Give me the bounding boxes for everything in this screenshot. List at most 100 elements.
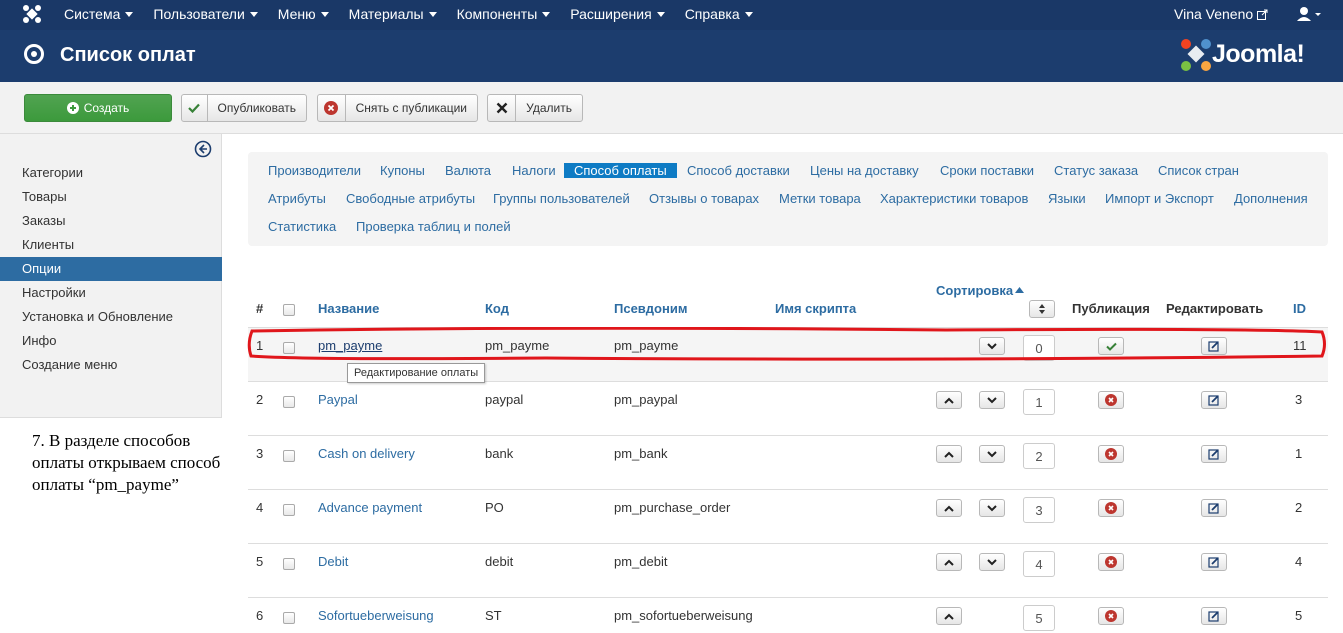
unpublished-toggle[interactable] bbox=[1098, 553, 1124, 571]
order-input[interactable]: 5 bbox=[1023, 605, 1055, 631]
collapse-sidebar-icon[interactable] bbox=[194, 140, 212, 158]
delete-label: Удалить bbox=[526, 101, 572, 115]
subnav-addons[interactable]: Дополнения bbox=[1234, 191, 1308, 206]
sidebar-item-products[interactable]: Товары bbox=[0, 185, 222, 209]
subnav-product-reviews[interactable]: Отзывы о товарах bbox=[649, 191, 759, 206]
menu-help[interactable]: Справка bbox=[685, 0, 753, 30]
move-up-button[interactable] bbox=[936, 391, 962, 409]
sidebar-item-settings[interactable]: Настройки bbox=[0, 281, 222, 305]
save-order-button[interactable] bbox=[1029, 300, 1055, 318]
row-checkbox[interactable] bbox=[283, 558, 295, 570]
subnav-taxes[interactable]: Налоги bbox=[512, 163, 556, 178]
row-checkbox[interactable] bbox=[283, 450, 295, 462]
move-up-button[interactable] bbox=[936, 607, 962, 625]
chevron-up-icon bbox=[944, 505, 954, 512]
subnav-table-check[interactable]: Проверка таблиц и полей bbox=[356, 219, 511, 234]
caret-down-icon bbox=[125, 12, 134, 17]
chevron-up-icon bbox=[944, 559, 954, 566]
unpublished-toggle[interactable] bbox=[1098, 391, 1124, 409]
menu-users[interactable]: Пользователи bbox=[153, 0, 258, 30]
payment-name-link[interactable]: Debit bbox=[318, 554, 348, 569]
subnav-statistics[interactable]: Статистика bbox=[268, 219, 336, 234]
sidebar-item-options[interactable]: Опции bbox=[0, 257, 222, 281]
subnav-user-groups[interactable]: Группы пользователей bbox=[493, 191, 630, 206]
column-header-script-name[interactable]: Имя скрипта bbox=[775, 301, 856, 316]
subnav-coupons[interactable]: Купоны bbox=[380, 163, 425, 178]
edit-button[interactable] bbox=[1201, 391, 1227, 409]
move-down-button[interactable] bbox=[979, 553, 1005, 571]
subnav-import-export[interactable]: Импорт и Экспорт bbox=[1105, 191, 1214, 206]
select-all-checkbox[interactable] bbox=[283, 304, 295, 316]
column-header-id[interactable]: ID bbox=[1293, 301, 1306, 316]
move-down-button[interactable] bbox=[979, 499, 1005, 517]
move-down-button[interactable] bbox=[979, 391, 1005, 409]
payment-name-link[interactable]: Sofortueberweisung bbox=[318, 608, 434, 623]
menu-label: Материалы bbox=[348, 6, 424, 22]
menu-label: Меню bbox=[277, 6, 316, 22]
create-button[interactable]: Создать bbox=[24, 94, 172, 122]
payment-name-link[interactable]: Cash on delivery bbox=[318, 446, 415, 461]
unpublish-button[interactable]: Снять с публикации bbox=[317, 94, 478, 122]
row-checkbox[interactable] bbox=[283, 504, 295, 516]
menu-system[interactable]: Система bbox=[64, 0, 134, 30]
subnav-shipping-prices[interactable]: Цены на доставку bbox=[810, 163, 919, 178]
joomla-logo-icon[interactable] bbox=[22, 4, 42, 24]
column-header-alias[interactable]: Псевдоним bbox=[614, 301, 687, 316]
subnav-attributes[interactable]: Атрибуты bbox=[268, 191, 326, 206]
subnav-manufacturers[interactable]: Производители bbox=[268, 163, 361, 178]
edit-button[interactable] bbox=[1201, 607, 1227, 625]
row-checkbox[interactable] bbox=[283, 396, 295, 408]
move-up-button[interactable] bbox=[936, 499, 962, 517]
subnav-payment-methods[interactable]: Способ оплаты bbox=[564, 163, 677, 178]
menu-label: Система bbox=[64, 6, 121, 22]
subnav-languages[interactable]: Языки bbox=[1048, 191, 1086, 206]
sidebar-item-install-update[interactable]: Установка и Обновление bbox=[0, 305, 222, 329]
subnav-order-status[interactable]: Статус заказа bbox=[1054, 163, 1138, 178]
payment-id: 1 bbox=[1295, 446, 1303, 461]
payment-name-link[interactable]: Paypal bbox=[318, 392, 358, 407]
order-input[interactable]: 1 bbox=[1023, 389, 1055, 415]
row-checkbox[interactable] bbox=[283, 612, 295, 624]
menu-extensions[interactable]: Расширения bbox=[570, 0, 665, 30]
user-icon[interactable] bbox=[1296, 6, 1322, 22]
subnav-product-labels[interactable]: Метки товара bbox=[779, 191, 861, 206]
payment-name-link[interactable]: Advance payment bbox=[318, 500, 422, 515]
unpublished-toggle[interactable] bbox=[1098, 607, 1124, 625]
site-link[interactable]: Vina Veneno bbox=[1174, 0, 1268, 28]
edit-button[interactable] bbox=[1201, 499, 1227, 517]
order-input[interactable]: 4 bbox=[1023, 551, 1055, 577]
order-input[interactable]: 3 bbox=[1023, 497, 1055, 523]
subnav-currency[interactable]: Валюта bbox=[445, 163, 491, 178]
page-title: Список оплат bbox=[60, 44, 196, 66]
column-header-sorting[interactable]: Сортировка bbox=[936, 283, 1025, 298]
menu-menus[interactable]: Меню bbox=[278, 0, 329, 30]
column-header-code[interactable]: Код bbox=[485, 301, 509, 316]
move-up-button[interactable] bbox=[936, 553, 962, 571]
move-down-button[interactable] bbox=[979, 445, 1005, 463]
sidebar-item-orders[interactable]: Заказы bbox=[0, 209, 222, 233]
instruction-note: 7. В разделе способов оплаты открываем с… bbox=[32, 431, 221, 494]
edit-button[interactable] bbox=[1201, 553, 1227, 571]
edit-button[interactable] bbox=[1201, 445, 1227, 463]
move-up-button[interactable] bbox=[936, 445, 962, 463]
column-header-name[interactable]: Название bbox=[318, 301, 379, 316]
unpublished-toggle[interactable] bbox=[1098, 445, 1124, 463]
sidebar-item-categories[interactable]: Категории bbox=[0, 161, 222, 185]
sidebar-item-menu-creation[interactable]: Создание меню bbox=[0, 353, 222, 377]
subnav-delivery-times[interactable]: Сроки поставки bbox=[940, 163, 1034, 178]
radio-circle-icon bbox=[24, 44, 44, 64]
edit-icon bbox=[1208, 395, 1219, 406]
subnav-free-attributes[interactable]: Свободные атрибуты bbox=[346, 191, 475, 206]
sidebar-item-clients[interactable]: Клиенты bbox=[0, 233, 222, 257]
subnav-shipping-methods[interactable]: Способ доставки bbox=[687, 163, 790, 178]
subnav-country-list[interactable]: Список стран bbox=[1158, 163, 1239, 178]
unpublished-toggle[interactable] bbox=[1098, 499, 1124, 517]
subnav-product-characteristics[interactable]: Характеристики товаров bbox=[880, 191, 1028, 206]
delete-button[interactable]: Удалить bbox=[487, 94, 583, 122]
menu-components[interactable]: Компоненты bbox=[457, 0, 551, 30]
order-input[interactable]: 2 bbox=[1023, 443, 1055, 469]
publish-button[interactable]: Опубликовать bbox=[181, 94, 307, 122]
menu-content[interactable]: Материалы bbox=[349, 0, 437, 30]
sidebar-item-info[interactable]: Инфо bbox=[0, 329, 222, 353]
plus-circle-icon bbox=[66, 102, 79, 114]
